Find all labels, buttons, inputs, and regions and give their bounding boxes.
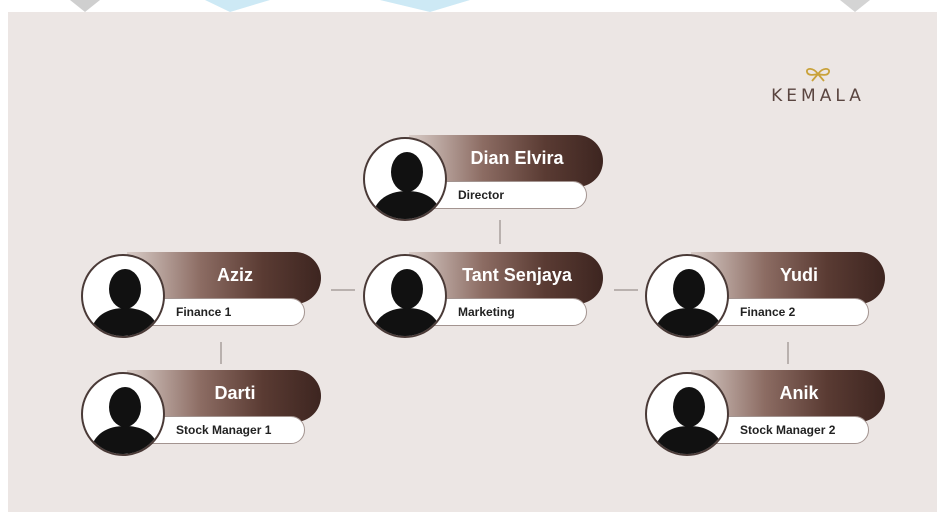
connector-finance2-stock2 — [787, 342, 789, 364]
kemala-logo: KEMALA — [763, 66, 873, 106]
avatar-silhouette-icon — [81, 372, 165, 456]
person-name: Tant Senjaya — [462, 265, 572, 285]
card-stock1: Darti Stock Manager 1 — [81, 370, 321, 456]
connector-finance1-stock1 — [220, 342, 222, 364]
card-stock2: Anik Stock Manager 2 — [645, 370, 885, 456]
ribbon-icon — [806, 67, 830, 82]
avatar-silhouette-icon — [645, 372, 729, 456]
connector-finance1-marketing — [331, 289, 355, 291]
card-finance1: Aziz Finance 1 — [81, 252, 321, 338]
person-name: Anik — [779, 383, 819, 403]
person-role: Stock Manager 1 — [176, 423, 272, 437]
person-role: Finance 2 — [740, 305, 796, 319]
connector-marketing-finance2 — [614, 289, 638, 291]
avatar-silhouette-icon — [363, 137, 447, 221]
brand-name: KEMALA — [771, 86, 865, 106]
card-marketing: Tant Senjaya Marketing — [363, 252, 603, 338]
person-name: Dian Elvira — [470, 148, 564, 168]
person-role: Stock Manager 2 — [740, 423, 836, 437]
person-name: Aziz — [217, 265, 253, 285]
card-finance2: Yudi Finance 2 — [645, 252, 885, 338]
person-role: Marketing — [458, 305, 515, 319]
avatar-silhouette-icon — [81, 254, 165, 338]
person-role: Finance 1 — [176, 305, 232, 319]
person-role: Director — [458, 188, 505, 202]
card-director: Dian Elvira Director — [363, 135, 603, 221]
person-name: Darti — [214, 383, 256, 403]
connector-director-marketing — [499, 220, 501, 244]
person-name: Yudi — [779, 265, 818, 285]
avatar-silhouette-icon — [363, 254, 447, 338]
avatar-silhouette-icon — [645, 254, 729, 338]
